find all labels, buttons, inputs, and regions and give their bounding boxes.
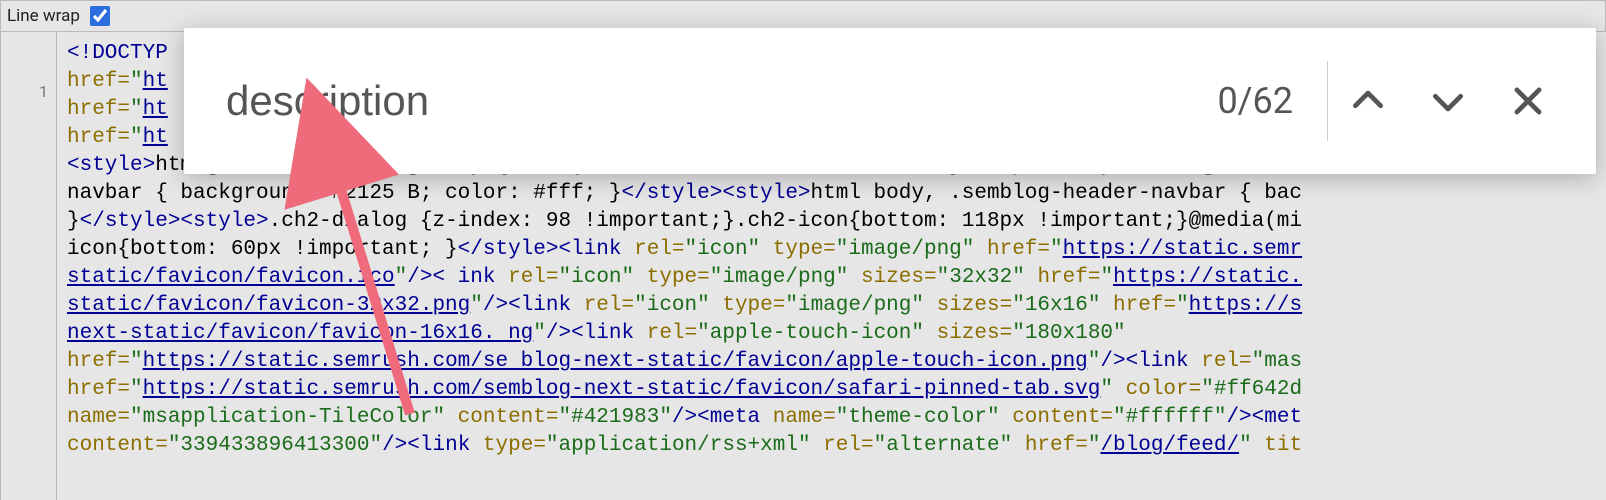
chevron-up-icon [1349,82,1387,120]
find-in-page-bar: 0/62 [184,28,1596,174]
line-wrap-label: Line wrap [7,6,80,26]
find-match-counter: 0/62 [1183,80,1327,122]
line-number: 1 [1,78,56,106]
find-next-button[interactable] [1408,61,1488,141]
line-wrap-checkbox[interactable] [90,6,110,26]
find-input[interactable] [224,76,1183,126]
chevron-down-icon [1429,82,1467,120]
line-gutter: 1 [1,32,57,500]
find-prev-button[interactable] [1328,61,1408,141]
close-icon [1509,82,1547,120]
find-close-button[interactable] [1488,61,1568,141]
